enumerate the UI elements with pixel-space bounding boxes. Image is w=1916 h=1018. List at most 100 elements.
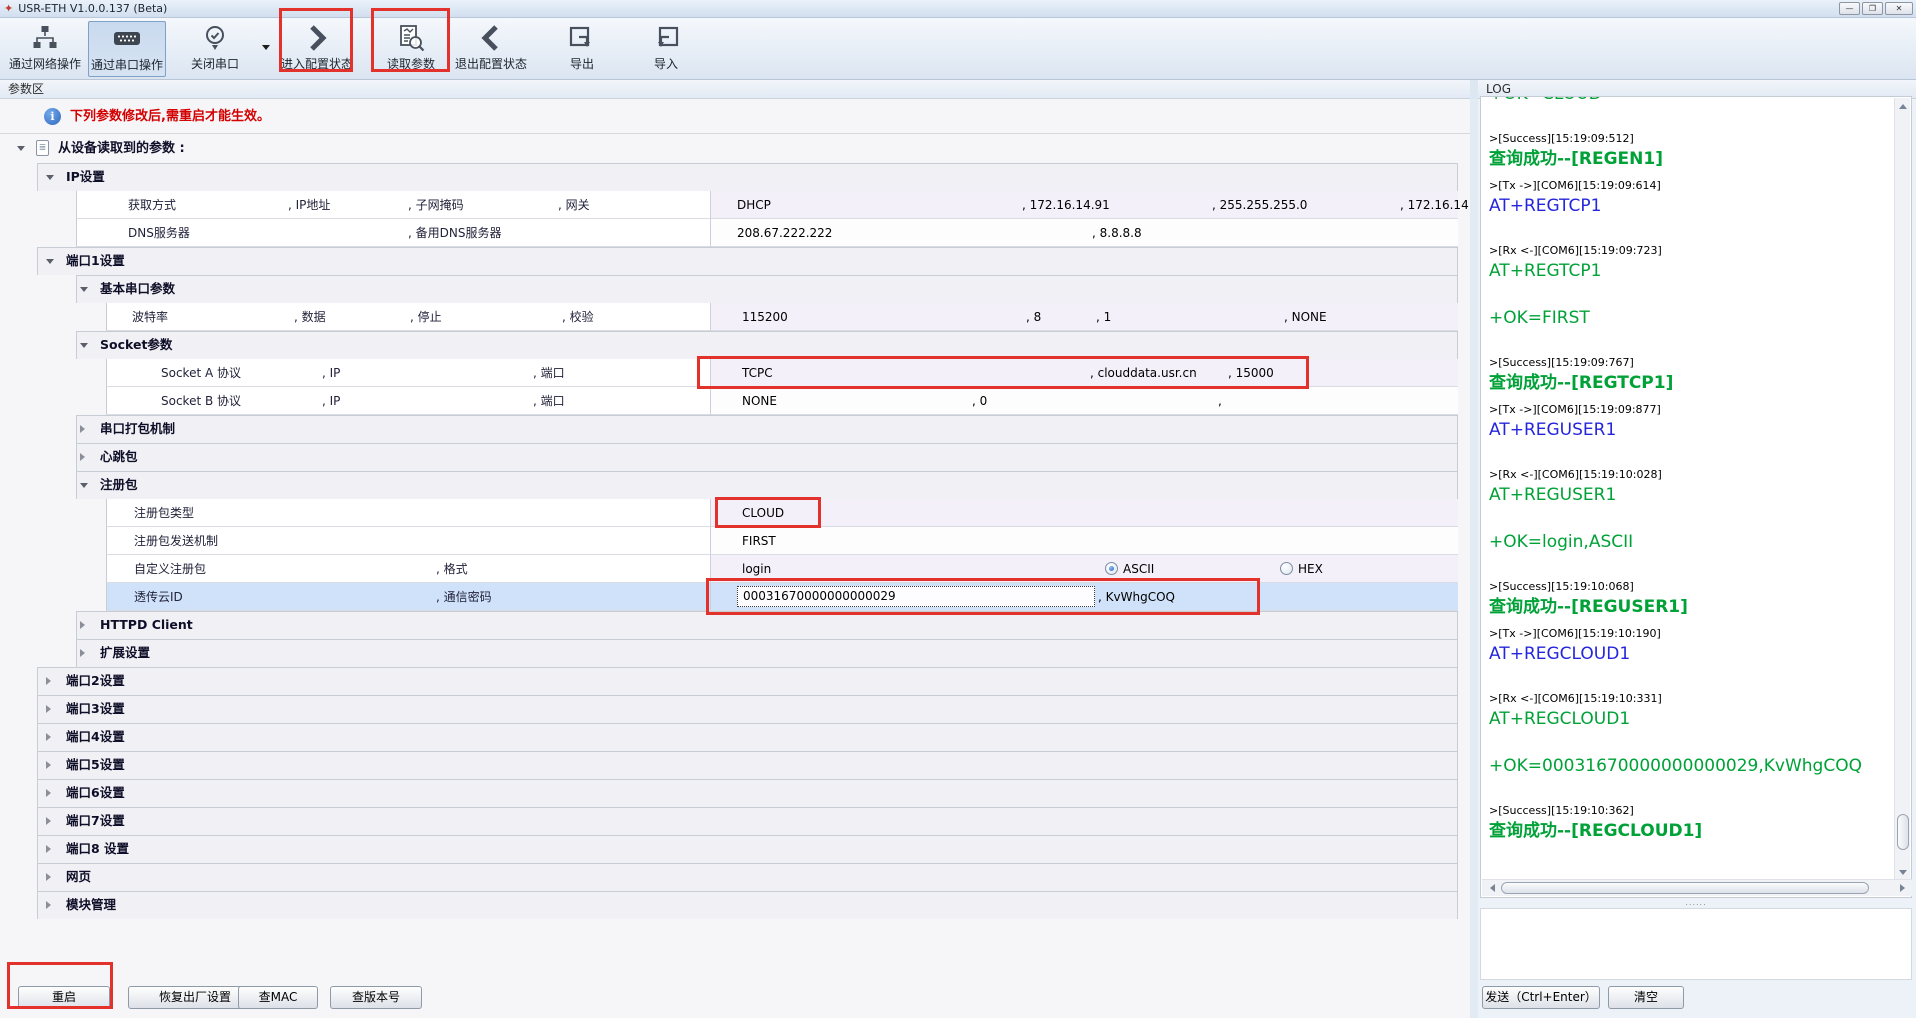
param-label: 注册包类型 — [134, 499, 194, 527]
param-value[interactable]: , NONE — [1284, 303, 1327, 331]
expand-arrow-icon[interactable] — [80, 453, 85, 461]
tree-section-端口3设置[interactable]: 端口3设置 — [0, 695, 1470, 723]
param-row[interactable]: 自定义注册包, 格式loginASCIIHEX — [0, 555, 1470, 583]
collapse-arrow-icon[interactable] — [80, 483, 88, 488]
param-row[interactable]: 透传云ID, 通信密码00031670000000000029, KvWhgCO… — [0, 583, 1470, 611]
param-value[interactable]: TCPC — [742, 359, 773, 387]
vertical-scroll-thumb[interactable] — [1897, 814, 1909, 850]
param-value[interactable]: , KvWhgCOQ — [1098, 583, 1175, 611]
param-row[interactable]: 注册包发送机制FIRST — [0, 527, 1470, 555]
toolbar-button-exit-config[interactable]: 退出配置状态 — [452, 21, 530, 77]
expand-arrow-icon[interactable] — [80, 425, 85, 433]
param-value[interactable]: , 172.16.14.1 — [1400, 191, 1480, 219]
expand-arrow-icon[interactable] — [46, 901, 51, 909]
param-value[interactable]: , 255.255.255.0 — [1212, 191, 1307, 219]
expand-arrow-icon[interactable] — [46, 677, 51, 685]
toolbar-button-import[interactable]: 导入 — [632, 21, 700, 77]
tree-section-网页[interactable]: 网页 — [0, 863, 1470, 891]
tree-section-基本串口参数[interactable]: 基本串口参数 — [0, 275, 1470, 303]
radio-hex[interactable] — [1280, 562, 1293, 575]
clear-button[interactable]: 清空 — [1608, 986, 1684, 1009]
expand-arrow-icon[interactable] — [80, 649, 85, 657]
tree-section-端口4设置[interactable]: 端口4设置 — [0, 723, 1470, 751]
tree-section-端口6设置[interactable]: 端口6设置 — [0, 779, 1470, 807]
tree-section-注册包[interactable]: 注册包 — [0, 471, 1470, 499]
toolbar-button-net[interactable]: 通过网络操作 — [2, 21, 88, 77]
param-value[interactable]: login — [742, 555, 771, 583]
expand-arrow-icon[interactable] — [46, 705, 51, 713]
expand-arrow-icon[interactable] — [80, 621, 85, 629]
param-row[interactable]: Socket B 协议, IP, 端口NONE, 0, — [0, 387, 1470, 415]
send-input[interactable] — [1480, 908, 1912, 980]
restart-button[interactable]: 重启 — [18, 986, 110, 1009]
param-row[interactable]: Socket A 协议, IP, 端口TCPC, clouddata.usr.c… — [0, 359, 1470, 387]
tree-section-端口8 设置[interactable]: 端口8 设置 — [0, 835, 1470, 863]
param-row[interactable]: 波特率, 数据, 停止, 校验115200, 8, 1, NONE — [0, 303, 1470, 331]
tree-section-HTTPD Client[interactable]: HTTPD Client — [0, 611, 1470, 639]
tree-section-端口2设置[interactable]: 端口2设置 — [0, 667, 1470, 695]
param-value[interactable]: , 15000 — [1228, 359, 1274, 387]
param-row[interactable]: DNS服务器, 备用DNS服务器208.67.222.222, 8.8.8.8 — [0, 219, 1470, 247]
collapse-arrow-icon[interactable] — [46, 259, 54, 264]
radio-ascii[interactable] — [1105, 562, 1118, 575]
param-value[interactable]: FIRST — [742, 527, 776, 555]
expand-arrow-icon[interactable] — [46, 845, 51, 853]
tree-section-IP设置[interactable]: IP设置 — [0, 163, 1470, 191]
cloud-id-input[interactable]: 00031670000000000029 — [737, 586, 1095, 607]
param-value[interactable]: CLOUD — [742, 499, 784, 527]
tree-section-端口1设置[interactable]: 端口1设置 — [0, 247, 1470, 275]
log-horizontal-scrollbar[interactable] — [1482, 879, 1912, 896]
tree-root-row[interactable]: ≣ 从设备读取到的参数 : — [0, 134, 1470, 163]
toolbar-button-export[interactable]: 导出 — [548, 21, 616, 77]
expand-arrow-icon[interactable] — [46, 733, 51, 741]
param-value[interactable]: , 172.16.14.91 — [1022, 191, 1110, 219]
param-row[interactable]: 获取方式, IP地址, 子网掩码, 网关DHCP, 172.16.14.91, … — [0, 191, 1470, 219]
param-value[interactable]: 115200 — [742, 303, 788, 331]
param-value[interactable]: 208.67.222.222 — [737, 219, 832, 247]
toolbar-button-serial[interactable]: 通过串口操作 — [88, 21, 166, 77]
param-value[interactable]: DHCP — [737, 191, 771, 219]
tree-section-心跳包[interactable]: 心跳包 — [0, 443, 1470, 471]
tree-section-端口5设置[interactable]: 端口5设置 — [0, 751, 1470, 779]
collapse-arrow-icon[interactable] — [17, 146, 25, 151]
param-value[interactable]: , 0 — [972, 387, 987, 415]
dropdown-caret-icon[interactable] — [262, 45, 270, 50]
tree-section-Socket参数[interactable]: Socket参数 — [0, 331, 1470, 359]
scroll-left-icon[interactable] — [1484, 880, 1500, 896]
param-value[interactable]: , 8 — [1026, 303, 1041, 331]
tree-section-串口打包机制[interactable]: 串口打包机制 — [0, 415, 1470, 443]
param-value[interactable]: , clouddata.usr.cn — [1090, 359, 1197, 387]
collapse-arrow-icon[interactable] — [80, 287, 88, 292]
log-splitter-handle[interactable]: ...... — [1480, 898, 1912, 908]
expand-arrow-icon[interactable] — [46, 817, 51, 825]
param-row[interactable]: 注册包类型 CLOUD — [0, 499, 1470, 527]
tree-section-模块管理[interactable]: 模块管理 — [0, 891, 1470, 919]
toolbar-button-read-params[interactable]: 读取参数 — [374, 21, 448, 77]
toolbar-button-enter-config[interactable]: 进入配置状态 — [281, 21, 353, 77]
param-value[interactable]: , — [1218, 387, 1222, 415]
param-value[interactable]: , 1 — [1096, 303, 1111, 331]
scroll-right-icon[interactable] — [1894, 880, 1910, 896]
toolbar-button-close-serial[interactable]: 关闭串口 — [172, 21, 258, 77]
collapse-arrow-icon[interactable] — [46, 175, 54, 180]
collapse-arrow-icon[interactable] — [80, 343, 88, 348]
expand-arrow-icon[interactable] — [46, 873, 51, 881]
horizontal-scroll-thumb[interactable] — [1501, 882, 1869, 894]
tree-section-端口7设置[interactable]: 端口7设置 — [0, 807, 1470, 835]
expand-arrow-icon[interactable] — [46, 789, 51, 797]
log-vertical-scrollbar[interactable] — [1894, 98, 1910, 880]
minimize-button[interactable]: — — [1839, 2, 1860, 15]
check-mac-button[interactable]: 查MAC — [238, 986, 318, 1009]
param-value[interactable]: NONE — [742, 387, 777, 415]
maximize-button[interactable]: ❐ — [1862, 2, 1883, 15]
params-panel: i 下列参数修改后,需重启才能生效。 ≣ 从设备读取到的参数 : IP设置获取方… — [0, 99, 1470, 1018]
expand-arrow-icon[interactable] — [46, 761, 51, 769]
close-button[interactable]: ✕ — [1885, 2, 1913, 15]
panel-splitter[interactable] — [1470, 99, 1478, 1018]
tree-section-扩展设置[interactable]: 扩展设置 — [0, 639, 1470, 667]
param-value[interactable]: , 8.8.8.8 — [1092, 219, 1142, 247]
send-button[interactable]: 发送（Ctrl+Enter） — [1482, 986, 1600, 1009]
scroll-down-icon[interactable] — [1895, 864, 1911, 880]
scroll-up-icon[interactable] — [1895, 98, 1911, 114]
check-version-button[interactable]: 查版本号 — [330, 986, 422, 1009]
